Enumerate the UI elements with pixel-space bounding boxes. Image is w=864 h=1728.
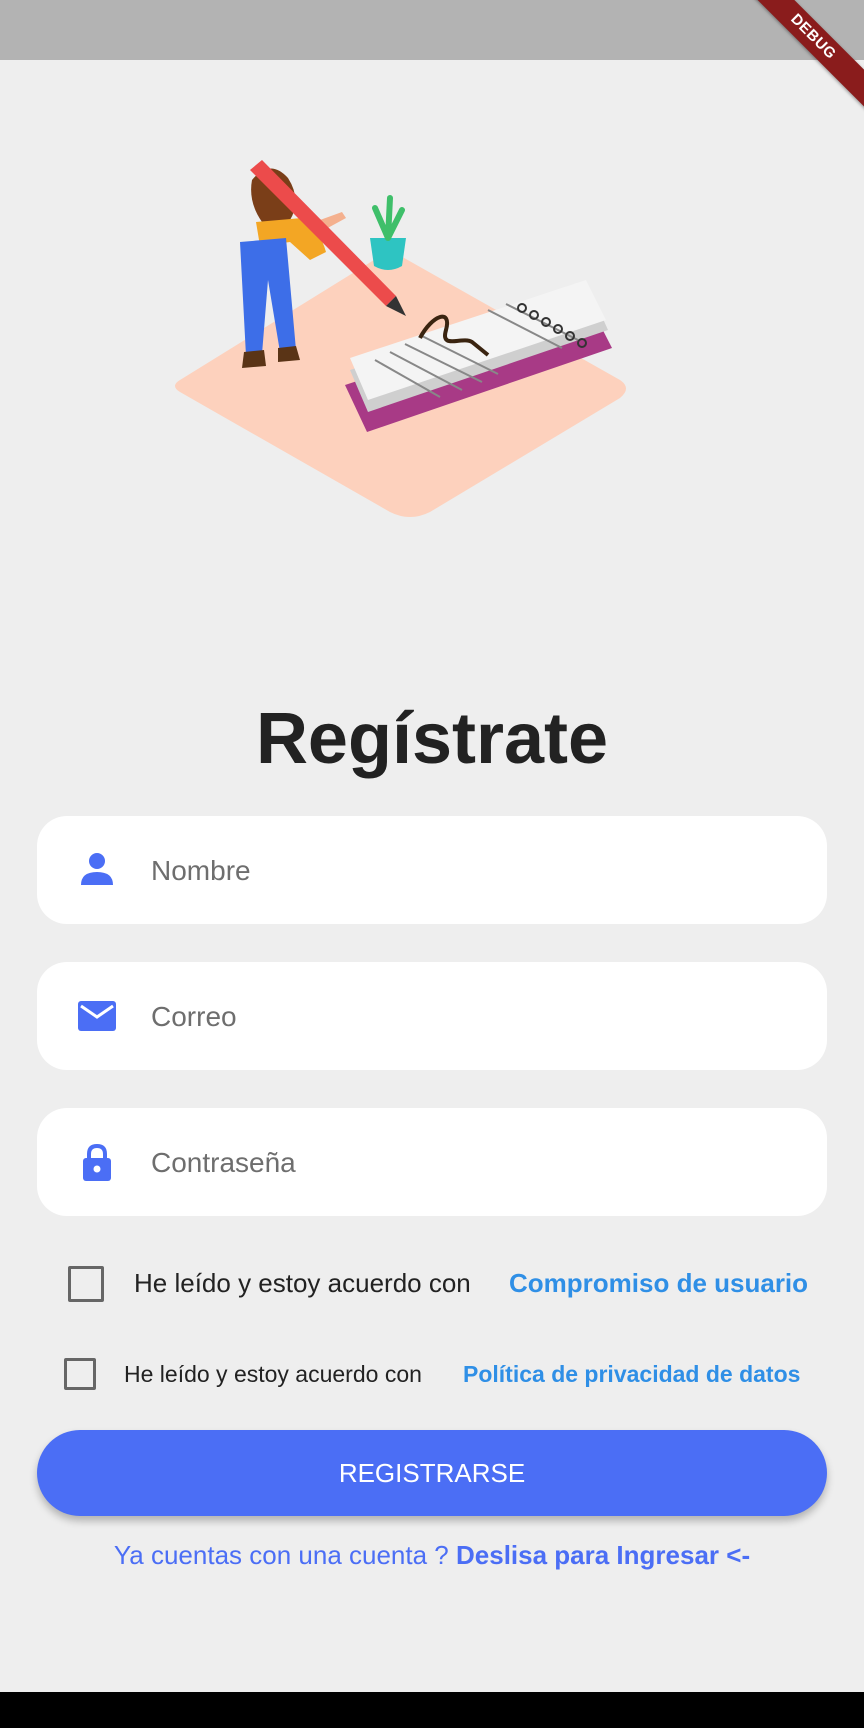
- person-icon: [81, 853, 113, 885]
- name-input[interactable]: [149, 840, 793, 902]
- password-field[interactable]: [37, 1108, 827, 1216]
- privacy-policy-text: He leído y estoy acuerdo con: [124, 1361, 422, 1387]
- plant-leaves: [372, 195, 405, 241]
- privacy-policy-consent: He leído y estoy acuerdo con Política de…: [0, 1346, 864, 1406]
- plant-pot: [370, 238, 406, 270]
- name-field[interactable]: [37, 816, 827, 924]
- privacy-policy-checkbox[interactable]: [64, 1358, 96, 1390]
- page-title: Regístrate: [255, 699, 609, 779]
- privacy-policy-link[interactable]: Política de privacidad de datos: [463, 1361, 800, 1388]
- status-bar: [0, 0, 864, 60]
- mail-icon: [78, 1001, 116, 1031]
- user-agreement-text: He leído y estoy acuerdo con: [134, 1268, 471, 1298]
- register-button[interactable]: REGISTRARSE: [37, 1430, 827, 1516]
- user-agreement-consent: He leído y estoy acuerdo con Compromiso …: [0, 1254, 864, 1314]
- lock-icon: [83, 1143, 111, 1181]
- login-link[interactable]: Deslisa para Ingresar <-: [456, 1540, 750, 1570]
- login-prompt-text: Ya cuentas con una cuenta ?: [113, 1540, 449, 1570]
- system-nav-bar: [0, 1692, 864, 1728]
- user-agreement-link[interactable]: Compromiso de usuario: [509, 1268, 808, 1299]
- password-input[interactable]: [149, 1132, 793, 1194]
- email-input[interactable]: [149, 986, 793, 1048]
- user-agreement-checkbox[interactable]: [68, 1266, 104, 1302]
- signup-illustration: [175, 160, 626, 517]
- login-prompt: Ya cuentas con una cuenta ? Deslisa para…: [0, 1540, 864, 1571]
- email-field[interactable]: [37, 962, 827, 1070]
